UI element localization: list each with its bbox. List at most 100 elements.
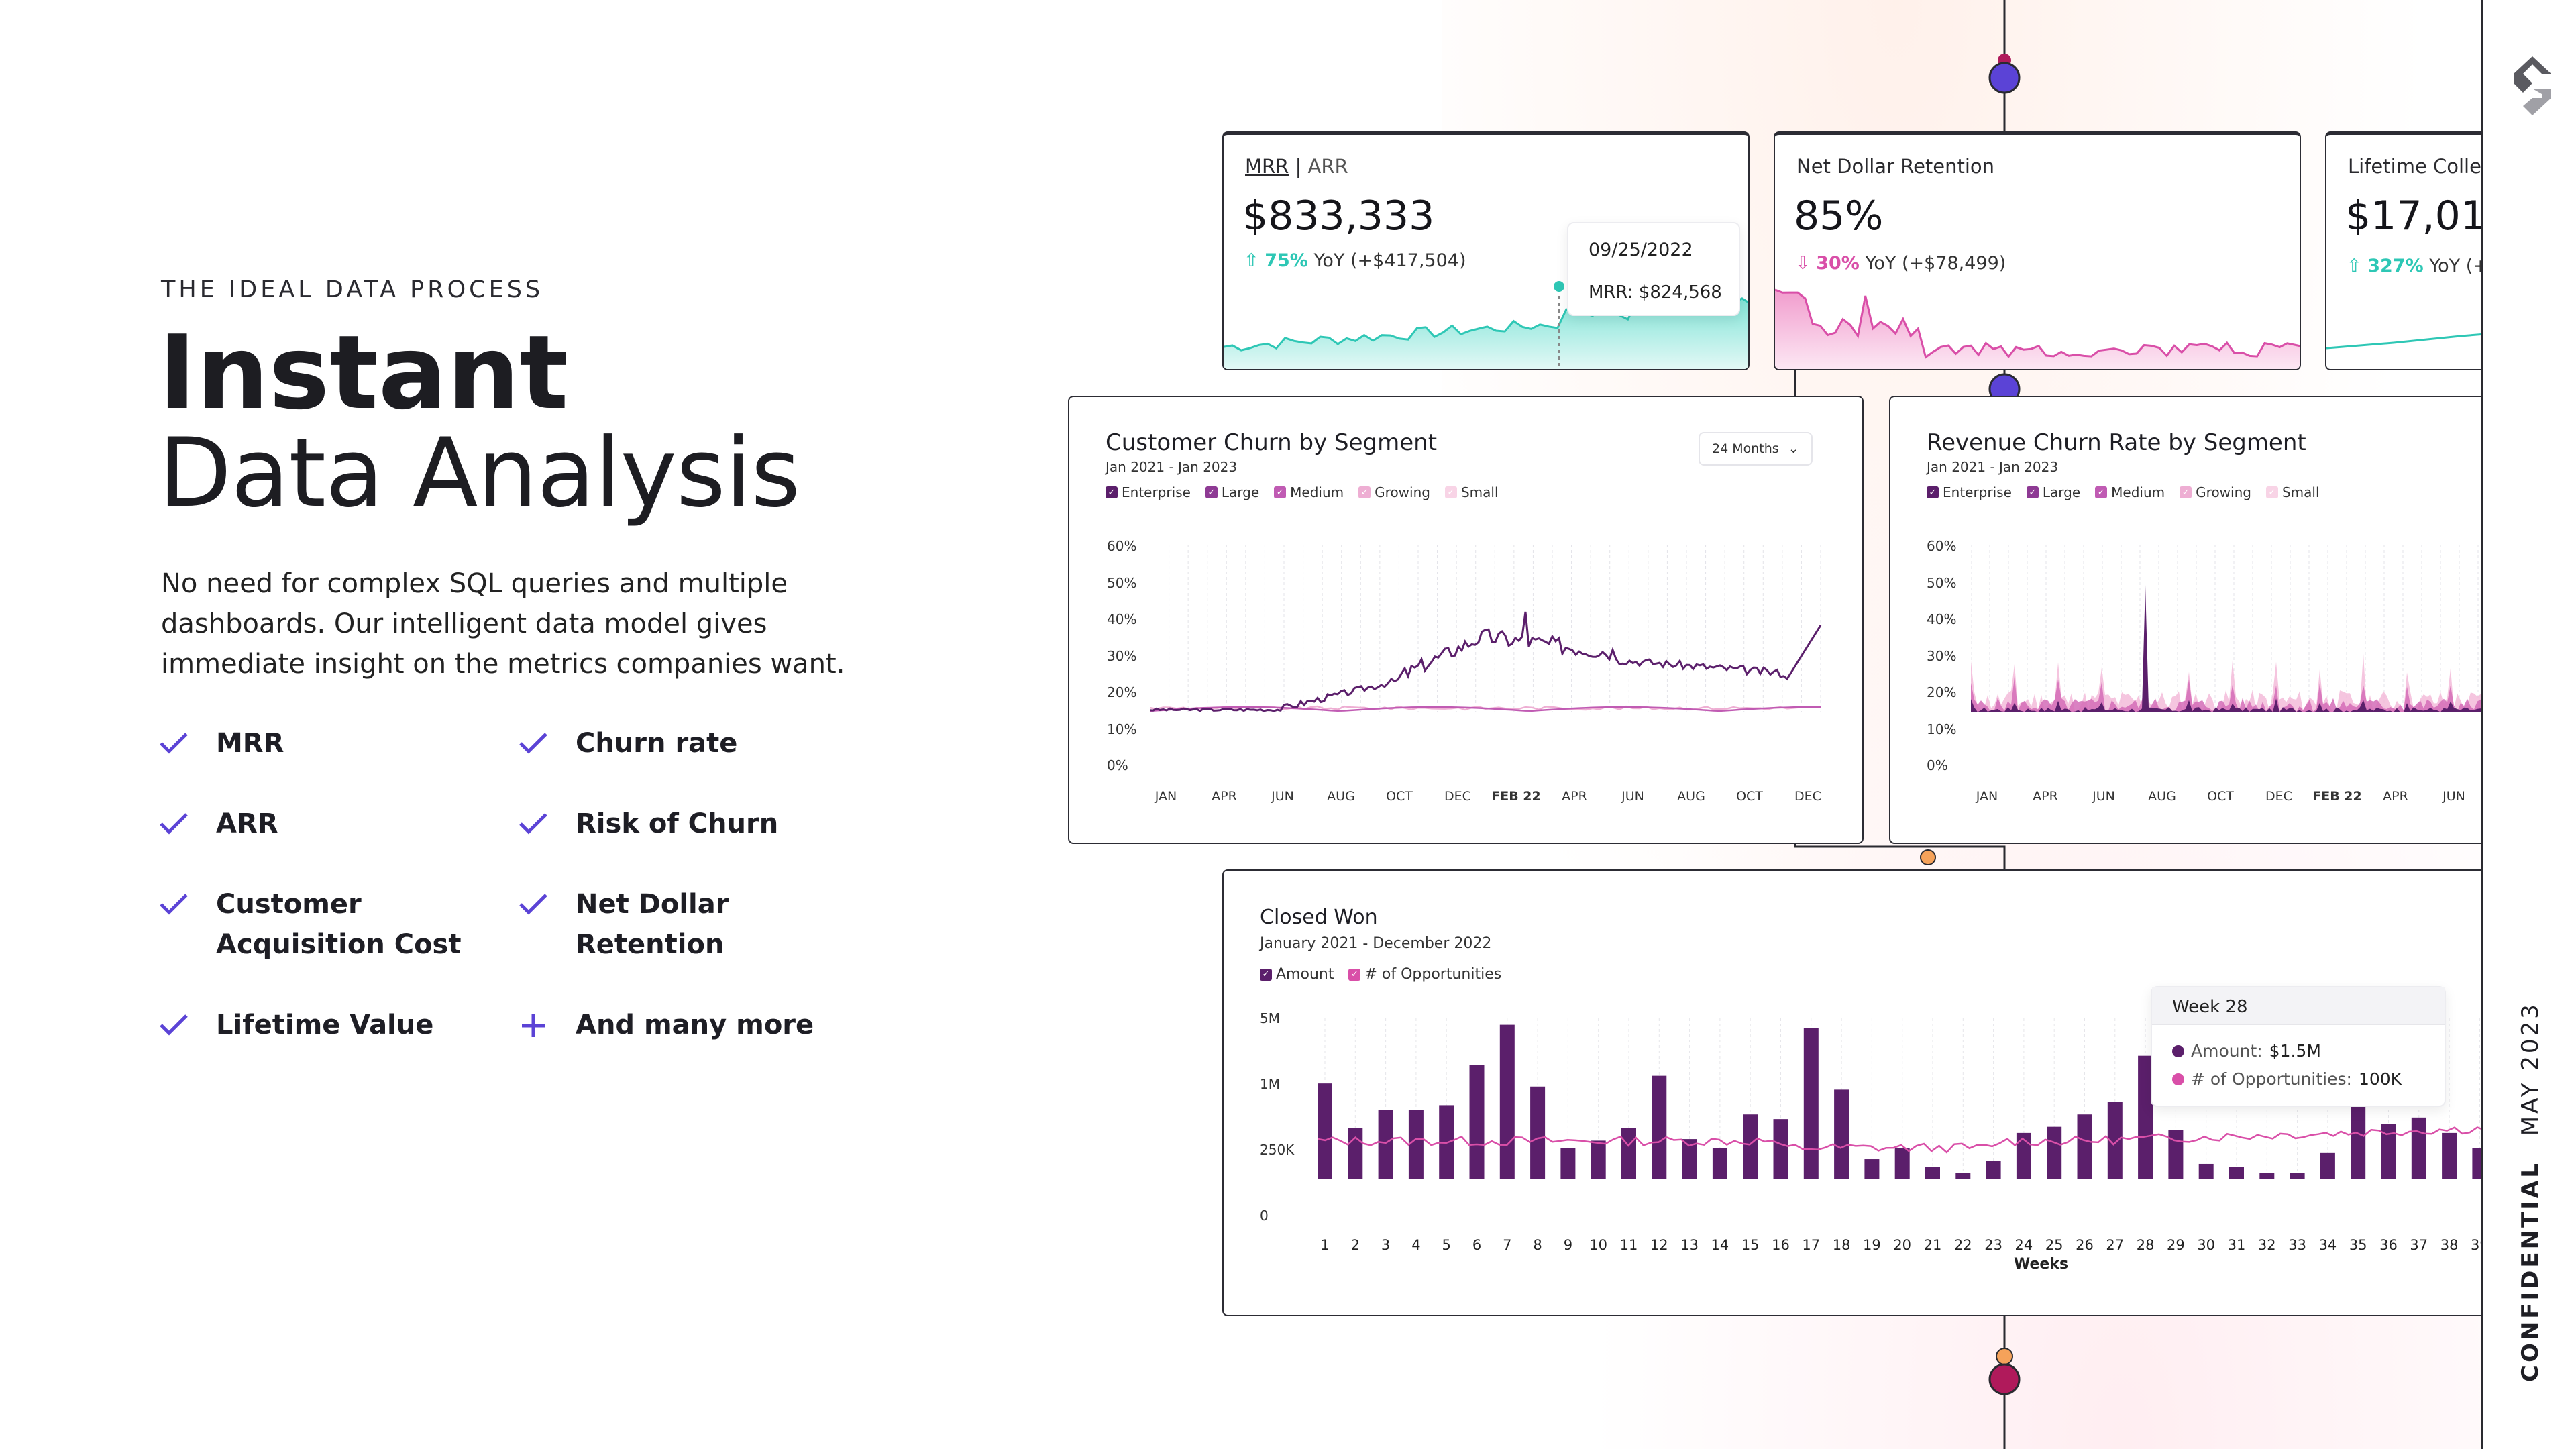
bar[interactable] (1621, 1128, 1636, 1179)
checkbox-icon[interactable]: ✓ (1927, 486, 1939, 498)
bar[interactable] (1530, 1086, 1546, 1179)
x-axis-label: Weeks (2014, 1256, 2069, 1273)
x-tick: 36 (2379, 1237, 2398, 1253)
x-tick: 24 (2015, 1237, 2033, 1253)
chart-title: Customer Churn by Segment (1106, 429, 1438, 456)
legend-item[interactable]: ✓ Small (2265, 484, 2320, 500)
tab-mrr[interactable]: MRR (1245, 155, 1289, 178)
bar[interactable] (1834, 1089, 1849, 1179)
closed-won-tooltip: Week 28 Amount: $1.5M # of Opportunities… (2151, 986, 2446, 1107)
kpi-card-ndr[interactable]: Net Dollar Retention 85% ⇩ 30% YoY (+$78… (1774, 131, 2301, 370)
checkbox-icon[interactable]: ✓ (1348, 968, 1361, 981)
legend-item[interactable]: ✓ Small (1444, 484, 1499, 500)
legend-item[interactable]: ✓ Enterprise (1927, 484, 2012, 500)
bar[interactable] (1560, 1148, 1576, 1179)
bar[interactable] (1712, 1148, 1727, 1179)
checkbox-icon[interactable]: ✓ (1358, 486, 1371, 498)
x-tick: 17 (1802, 1237, 1821, 1253)
x-tick: DEC (1794, 789, 1821, 804)
bar[interactable] (2320, 1152, 2335, 1179)
bar[interactable] (2290, 1173, 2305, 1179)
x-tick: JUN (2092, 789, 2115, 804)
bar[interactable] (1925, 1167, 1940, 1179)
legend-item[interactable]: ✓ Growing (2180, 484, 2251, 500)
bar[interactable] (2259, 1173, 2275, 1179)
bar[interactable] (1743, 1114, 1758, 1179)
legend-item[interactable]: ✓ Growing (1358, 484, 1430, 500)
range-dropdown[interactable]: 24 Months ⌄ (1699, 432, 1813, 466)
x-tick: APR (1212, 789, 1237, 804)
checkbox-icon[interactable]: ✓ (2180, 486, 2192, 498)
x-tick: 12 (1650, 1237, 1668, 1253)
bar[interactable] (2229, 1167, 2244, 1179)
mrr-arr-toggle[interactable]: MRR | ARR (1245, 155, 1348, 178)
bar[interactable] (1591, 1140, 1606, 1179)
legend-item[interactable]: ✓ Large (2026, 484, 2080, 500)
range-label: 24 Months (1712, 441, 1779, 456)
y-tick: 0 (1260, 1208, 1269, 1224)
x-tick: JUN (1621, 789, 1644, 804)
legend-item[interactable]: ✓ Medium (2095, 484, 2165, 500)
bar[interactable] (1469, 1065, 1485, 1179)
legend-item[interactable]: ✓ # of Opportunities (1348, 966, 1501, 983)
bar[interactable] (1378, 1110, 1393, 1179)
bar[interactable] (1499, 1024, 1515, 1179)
bar[interactable] (1348, 1128, 1363, 1179)
tooltip-title: Week 28 (2172, 997, 2248, 1017)
y-tick: 20% (1927, 684, 1957, 700)
tab-arr[interactable]: ARR (1308, 155, 1348, 178)
x-tick: AUG (1327, 789, 1355, 804)
bar[interactable] (1894, 1148, 1910, 1179)
bar[interactable] (2047, 1126, 2062, 1179)
x-tick: JAN (1155, 789, 1177, 804)
kpi-label: Net Dollar Retention (1796, 155, 1995, 178)
kpi-pct: 75% (1265, 250, 1308, 271)
dot-icon (2172, 1044, 2184, 1057)
arrow-up-icon: ⇧ (1244, 250, 1259, 271)
legend-item[interactable]: ✓ Enterprise (1106, 484, 1191, 500)
legend-label: Large (1221, 484, 1260, 500)
x-tick: JAN (1976, 789, 1998, 804)
legend-label: Medium (2111, 484, 2165, 500)
bar[interactable] (1408, 1110, 1424, 1179)
bar[interactable] (1318, 1083, 1332, 1179)
checkbox-icon[interactable]: ✓ (2265, 486, 2278, 498)
x-tick: 11 (1619, 1237, 1638, 1253)
x-tick: 35 (2349, 1237, 2367, 1253)
x-tick: 15 (1741, 1237, 1760, 1253)
bar[interactable] (2077, 1114, 2092, 1179)
closed-won-card[interactable]: Closed Won January 2021 - December 2022 … (1222, 869, 2576, 1316)
mrr-tooltip: 09/25/2022 MRR: $824,568 (1567, 222, 1740, 316)
tooltip-opps-label: # of Opportunities: (2191, 1069, 2352, 1089)
checkbox-icon[interactable]: ✓ (2026, 486, 2039, 498)
bar[interactable] (2168, 1130, 2184, 1179)
x-tick: 18 (1832, 1237, 1851, 1253)
kpi-card-mrr[interactable]: MRR | ARR $833,333 ⇧ 75% YoY (+$417,504)… (1222, 131, 1750, 370)
bar[interactable] (2411, 1117, 2426, 1179)
bar[interactable] (1986, 1161, 2001, 1179)
legend-item[interactable]: ✓ Amount (1260, 966, 1334, 983)
bar[interactable] (2198, 1163, 2214, 1179)
customer-churn-card[interactable]: Customer Churn by Segment Jan 2021 - Jan… (1068, 396, 1864, 844)
checkbox-icon[interactable]: ✓ (1274, 486, 1287, 498)
checkbox-icon[interactable]: ✓ (1444, 486, 1457, 498)
bar[interactable] (1773, 1119, 1788, 1179)
churn-plot (1150, 545, 1822, 712)
bar[interactable] (1803, 1028, 1819, 1179)
x-tick: 7 (1503, 1237, 1512, 1253)
bar[interactable] (1955, 1173, 1971, 1179)
legend-item[interactable]: ✓ Medium (1274, 484, 1344, 500)
kpi-label: Lifetime Colle (2348, 155, 2481, 178)
revenue-churn-card[interactable]: Revenue Churn Rate by Segment Jan 2021 -… (1889, 396, 2576, 844)
x-tick: OCT (1386, 789, 1413, 804)
checkbox-icon[interactable]: ✓ (1205, 486, 1218, 498)
bar[interactable] (1864, 1159, 1880, 1179)
legend-item[interactable]: ✓ Large (1205, 484, 1259, 500)
x-tick: 4 (1411, 1237, 1421, 1253)
checkbox-icon[interactable]: ✓ (1106, 486, 1118, 498)
checkbox-icon[interactable]: ✓ (2095, 486, 2108, 498)
kpi-delta-text: YoY (+$417,504) (1313, 250, 1466, 271)
bar[interactable] (1652, 1075, 1667, 1179)
checkbox-icon[interactable]: ✓ (1260, 968, 1272, 981)
bar[interactable] (2442, 1132, 2457, 1179)
